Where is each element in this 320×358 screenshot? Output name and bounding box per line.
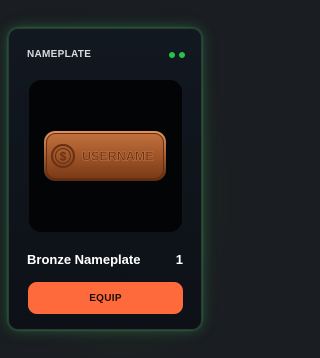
card-title: NAMEPLATE [27, 49, 92, 60]
status-dot [179, 52, 185, 58]
status-indicator [169, 52, 185, 58]
nameplate-preview-image: $ USERNAME [44, 131, 166, 181]
item-count: 1 [175, 252, 183, 267]
nameplate-card: NAMEPLATE $ USERNAME Bronze Nameplate 1 … [8, 28, 202, 330]
dollar-coin-icon: $ [50, 143, 76, 169]
equip-button[interactable]: EQUIP [28, 282, 183, 314]
nameplate-preview-text: USERNAME [82, 150, 154, 164]
card-header: NAMEPLATE [27, 49, 185, 63]
item-preview: $ USERNAME [29, 80, 182, 232]
status-dot [169, 52, 175, 58]
svg-text:$: $ [60, 150, 67, 164]
item-name: Bronze Nameplate [27, 252, 141, 267]
